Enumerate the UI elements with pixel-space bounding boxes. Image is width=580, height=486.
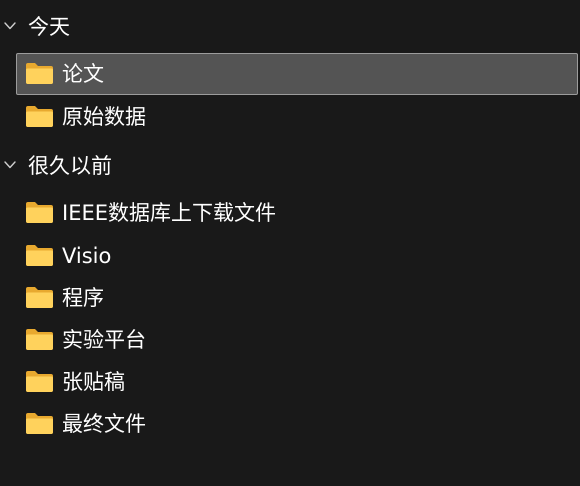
folder-item-raw-data[interactable]: 原始数据 [16,96,578,138]
folder-item-visio[interactable]: Visio [16,235,578,277]
group-label: 很久以前 [28,154,112,178]
folder-item-ieee-downloads[interactable]: IEEE数据库上下载文件 [16,192,578,234]
folder-item-label: 原始数据 [62,105,146,129]
chevron-down-icon[interactable] [3,19,17,33]
folder-icon [26,245,53,266]
folder-icon [26,287,53,308]
folder-item-label: 实验平台 [62,328,146,352]
folder-icon [26,371,53,392]
folder-item-label: 张贴稿 [62,370,125,394]
folder-item-lab-platform[interactable]: 实验平台 [16,319,578,361]
folder-icon [26,413,53,434]
folder-list: 今天 论文 原始数据 很久以前 IEEE数据库上下载文件 Visio 程序 实验… [0,0,580,486]
chevron-down-icon[interactable] [3,158,17,172]
folder-icon [26,202,53,223]
folder-icon [26,106,53,127]
folder-icon [26,63,53,84]
folder-item-papers[interactable]: 论文 [16,53,578,95]
folder-item-programs[interactable]: 程序 [16,277,578,319]
group-header-today[interactable]: 今天 [0,10,580,44]
folder-item-label: 论文 [62,62,104,86]
folder-item-label: Visio [62,244,112,268]
folder-item-label: 最终文件 [62,412,146,436]
group-header-long-ago[interactable]: 很久以前 [0,149,580,183]
folder-item-label: IEEE数据库上下载文件 [62,201,276,225]
folder-item-poster[interactable]: 张贴稿 [16,361,578,403]
folder-icon [26,329,53,350]
folder-item-label: 程序 [62,286,104,310]
folder-item-final-files[interactable]: 最终文件 [16,403,578,445]
group-label: 今天 [28,15,70,39]
